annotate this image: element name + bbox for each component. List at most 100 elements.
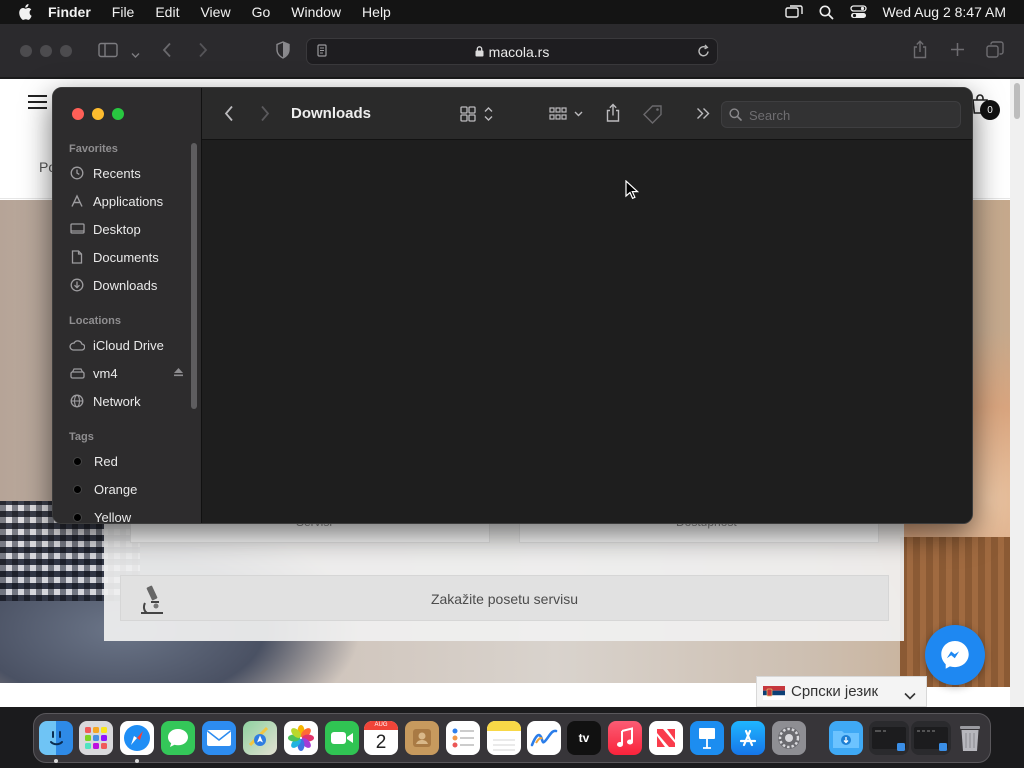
menu-window[interactable]: Window <box>291 4 341 20</box>
window-zoom-button[interactable] <box>60 45 72 57</box>
toolbar-overflow-icon[interactable] <box>696 107 710 125</box>
dock-trash-icon[interactable] <box>953 721 987 755</box>
menu-help[interactable]: Help <box>362 4 391 20</box>
reload-icon[interactable] <box>697 44 710 63</box>
dock-facetime-icon[interactable] <box>325 721 359 755</box>
sidebar-heading-locations: Locations <box>69 315 121 327</box>
tag-icon[interactable] <box>642 104 664 129</box>
dock-finder-icon[interactable] <box>39 721 73 755</box>
tab-overview-icon[interactable] <box>986 41 1004 63</box>
window-close-button[interactable] <box>20 45 32 57</box>
new-tab-icon[interactable] <box>950 42 965 62</box>
menu-file[interactable]: File <box>112 4 135 20</box>
sidebar-item-recents[interactable]: Recents <box>69 162 194 184</box>
sidebar-item-label: Desktop <box>93 221 141 237</box>
dock-calendar-icon[interactable]: AUG 2 <box>364 721 398 755</box>
messenger-icon <box>941 641 969 669</box>
dock-minimized-window-1[interactable] <box>869 721 909 755</box>
forward-icon[interactable] <box>198 42 208 63</box>
window-minimize-button[interactable] <box>40 45 52 57</box>
messenger-chat-button[interactable] <box>925 625 985 685</box>
sidebar-item-label: Red <box>94 453 118 469</box>
sidebar-heading-tags: Tags <box>69 431 94 443</box>
chevron-down-icon[interactable] <box>131 46 140 64</box>
finder-minimize-button[interactable] <box>92 108 104 120</box>
sidebar-toggle-icon[interactable] <box>98 42 118 63</box>
chevron-down-icon <box>904 687 916 705</box>
forward-icon[interactable] <box>260 105 270 127</box>
desktop-icon <box>69 221 85 237</box>
icon-view-grid-icon[interactable] <box>460 105 496 128</box>
schedule-visit-button[interactable]: Zakažite posetu servisu <box>120 575 889 621</box>
lock-icon <box>475 44 484 57</box>
dock-app-store-icon[interactable] <box>731 721 765 755</box>
sidebar-item-desktop[interactable]: Desktop <box>69 218 194 240</box>
apple-menu-icon[interactable] <box>16 3 34 21</box>
sidebar-item-documents[interactable]: Documents <box>69 246 194 268</box>
sidebar-item-network[interactable]: Network <box>69 390 194 412</box>
dock-system-settings-icon[interactable] <box>772 721 806 755</box>
clock-icon <box>69 165 85 181</box>
spotlight-search-icon[interactable] <box>819 5 834 20</box>
dock-notes-icon[interactable] <box>487 721 521 755</box>
dock-photos-icon[interactable] <box>284 721 318 755</box>
sidebar-item-tag-yellow[interactable]: Yellow <box>69 506 194 523</box>
dock-reminders-icon[interactable] <box>446 721 480 755</box>
sidebar-item-tag-orange[interactable]: Orange <box>69 478 194 500</box>
dock-news-icon[interactable] <box>649 721 683 755</box>
address-bar[interactable]: macola.rs <box>306 38 718 65</box>
sidebar-item-downloads[interactable]: Downloads <box>69 274 194 296</box>
dock: AUG 2 tv <box>33 713 991 763</box>
dock-launchpad-icon[interactable] <box>79 721 113 755</box>
finder-zoom-button[interactable] <box>112 108 124 120</box>
sidebar-scrollbar-thumb[interactable] <box>191 143 197 409</box>
dock-maps-icon[interactable] <box>243 721 277 755</box>
sidebar-item-vm4[interactable]: vm4 <box>69 362 194 384</box>
menu-app-finder[interactable]: Finder <box>48 4 91 20</box>
language-selector[interactable]: Српски језик <box>756 676 927 707</box>
finder-close-button[interactable] <box>72 108 84 120</box>
dock-contacts-icon[interactable] <box>405 721 439 755</box>
finder-search-field[interactable]: Search <box>721 101 961 128</box>
search-icon <box>729 108 742 126</box>
screen-mirroring-icon[interactable] <box>784 5 803 19</box>
back-icon[interactable] <box>224 105 234 127</box>
privacy-shield-icon[interactable] <box>275 41 291 64</box>
webpage-scrollbar-thumb[interactable] <box>1014 83 1020 119</box>
sidebar-item-label: vm4 <box>93 365 118 381</box>
calendar-month: AUG <box>364 721 398 730</box>
menu-edit[interactable]: Edit <box>155 4 179 20</box>
share-icon[interactable] <box>912 40 928 64</box>
finder-window-title: Downloads <box>291 105 372 122</box>
sidebar-item-tag-red[interactable]: Red <box>69 450 194 472</box>
schedule-visit-label: Zakažite posetu servisu <box>430 591 579 607</box>
dock-keynote-icon[interactable] <box>690 721 724 755</box>
finder-file-area[interactable] <box>202 140 972 523</box>
dock-safari-icon[interactable] <box>120 721 154 755</box>
menu-clock[interactable]: Wed Aug 2 8:47 AM <box>883 4 1007 20</box>
menu-go[interactable]: Go <box>252 4 271 20</box>
back-icon[interactable] <box>162 42 172 63</box>
dock-freeform-icon[interactable] <box>527 721 561 755</box>
sidebar-item-label: Network <box>93 393 141 409</box>
drive-icon <box>69 365 85 381</box>
dock-music-icon[interactable] <box>608 721 642 755</box>
hamburger-menu-icon[interactable] <box>28 95 47 109</box>
sidebar-item-applications[interactable]: Applications <box>69 190 194 212</box>
dock-tv-icon[interactable]: tv <box>567 721 601 755</box>
share-icon[interactable] <box>605 103 621 128</box>
menu-view[interactable]: View <box>200 4 230 20</box>
dock-messages-icon[interactable] <box>161 721 195 755</box>
dock-mail-icon[interactable] <box>202 721 236 755</box>
dock-downloads-folder-icon[interactable] <box>829 721 863 755</box>
sidebar-heading-favorites: Favorites <box>69 143 118 155</box>
control-center-icon[interactable] <box>849 5 867 19</box>
webpage-scrollbar[interactable] <box>1010 79 1024 707</box>
finder-window: Favorites Recents Applications Desktop D… <box>52 87 973 524</box>
group-by-icon[interactable] <box>549 106 585 127</box>
cloud-icon <box>69 337 85 353</box>
eject-icon[interactable] <box>173 365 184 380</box>
dock-minimized-window-2[interactable] <box>911 721 951 755</box>
sidebar-item-icloud-drive[interactable]: iCloud Drive <box>69 334 194 356</box>
sidebar-item-label: Orange <box>94 481 138 497</box>
